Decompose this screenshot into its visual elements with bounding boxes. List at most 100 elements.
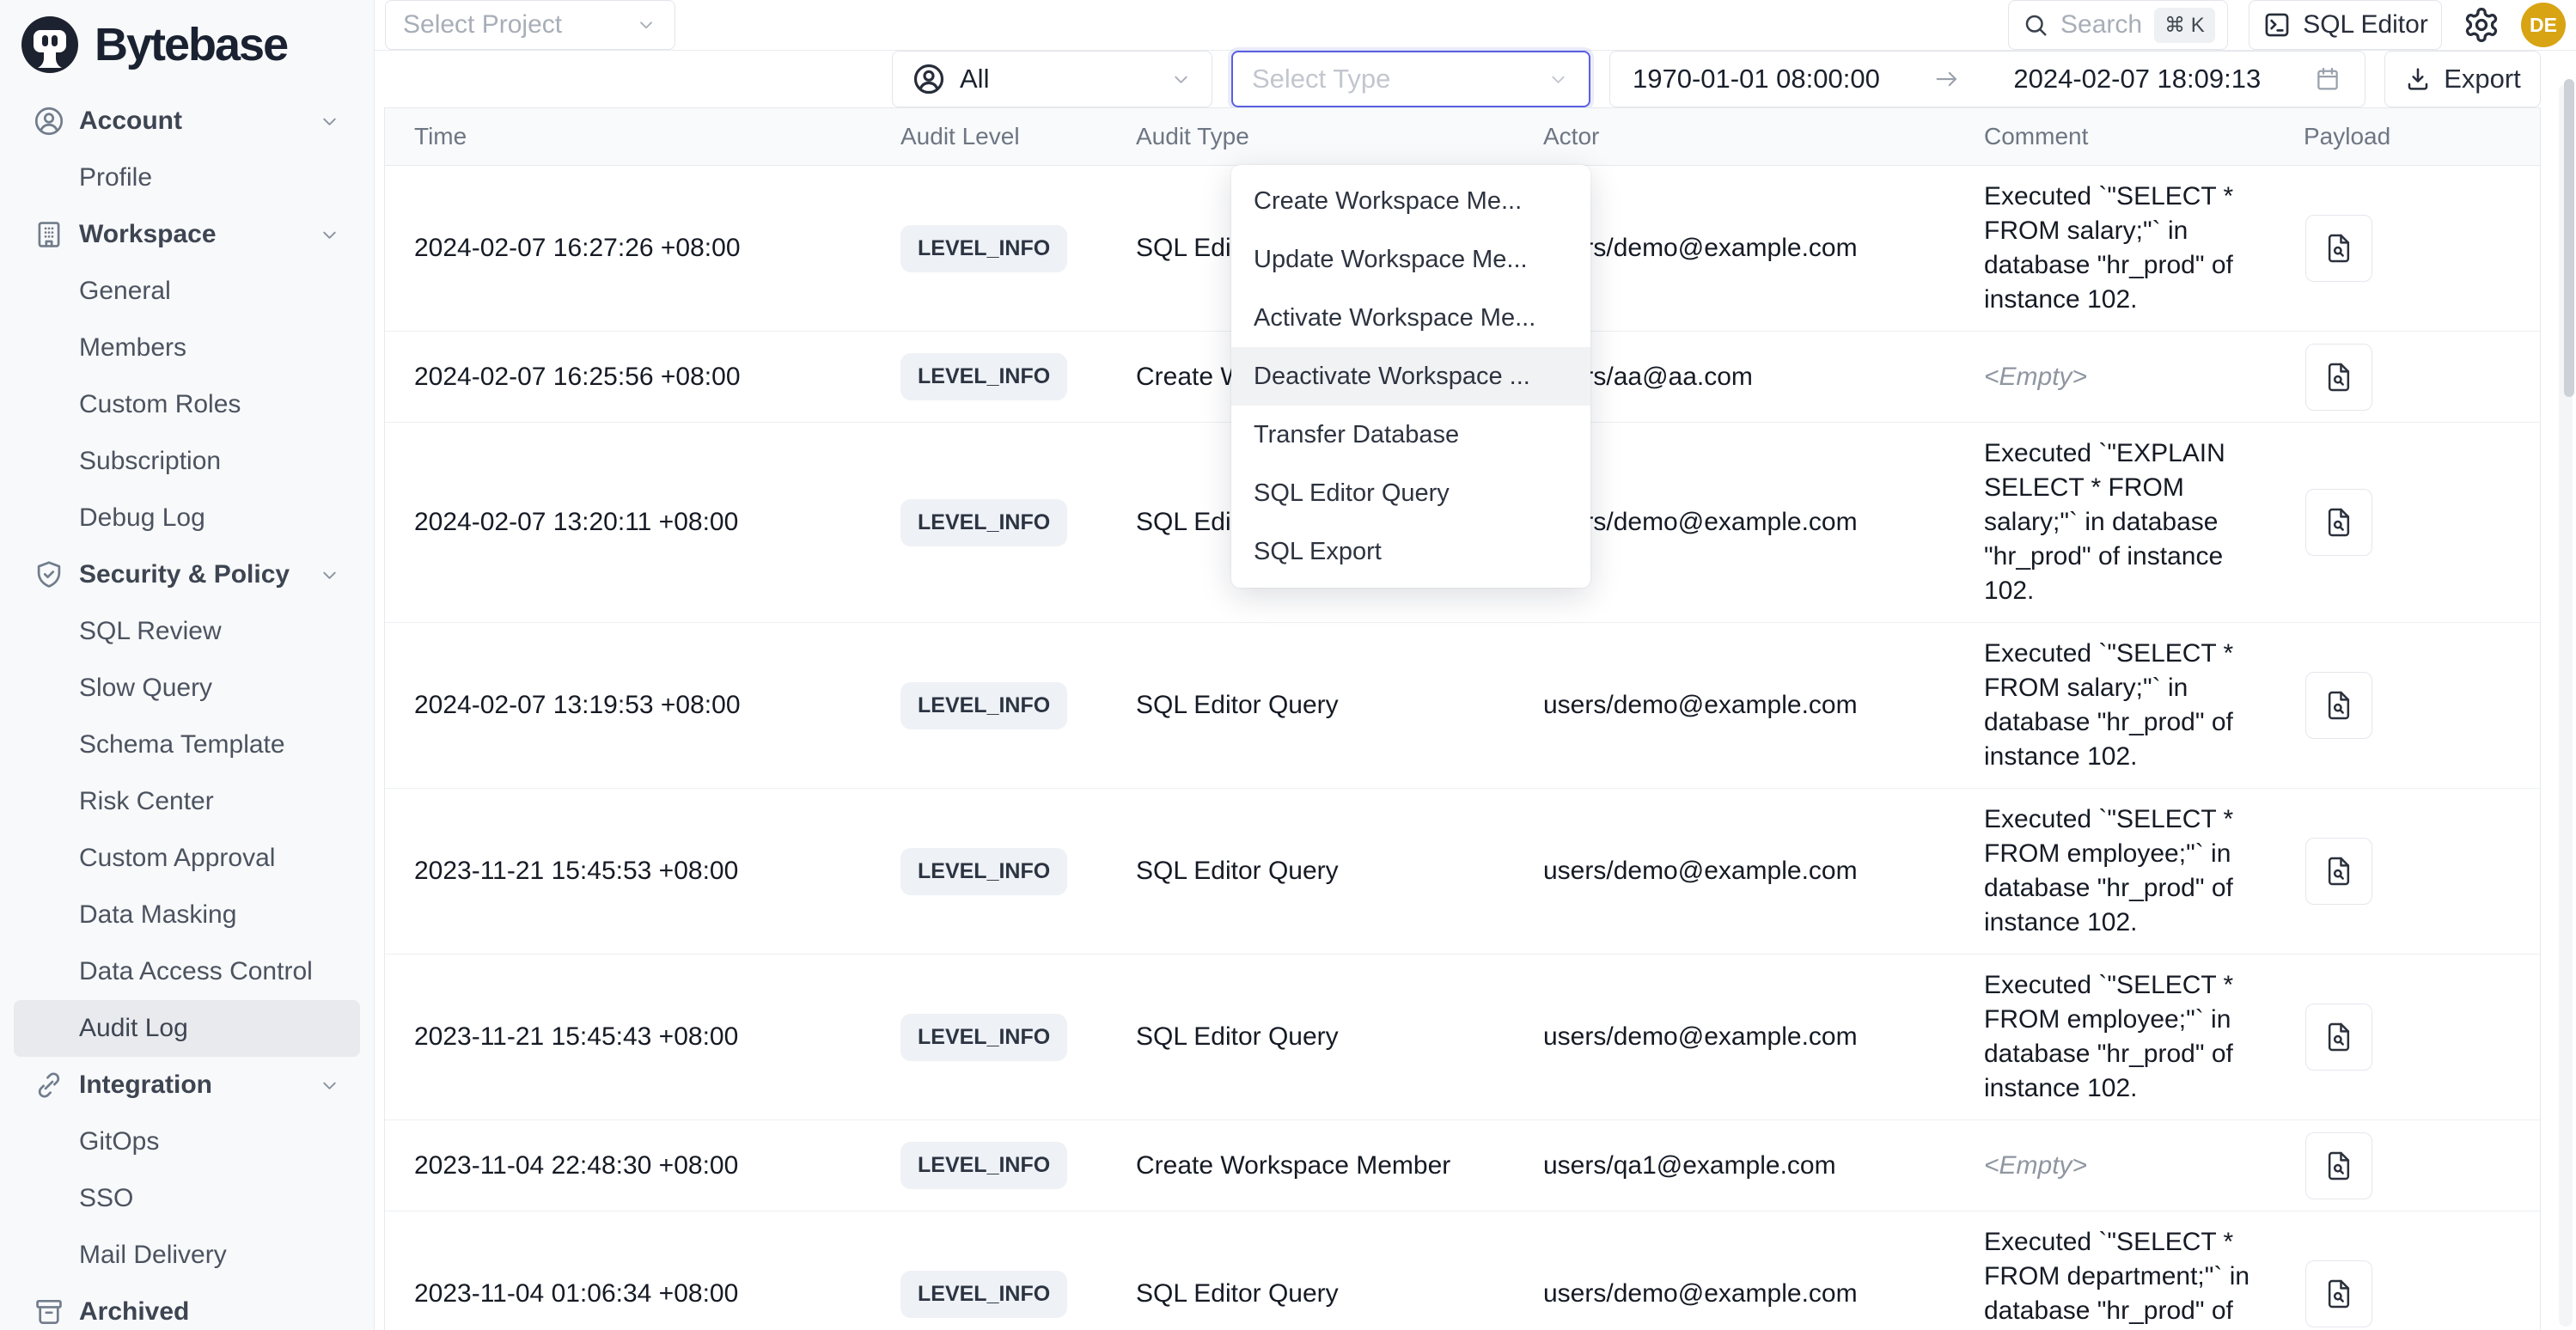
- sidebar-item-data-access-control[interactable]: Data Access Control: [14, 943, 360, 1000]
- payload-view-button[interactable]: [2305, 838, 2372, 905]
- dropdown-option-sql-editor-query[interactable]: SQL Editor Query: [1231, 464, 1590, 522]
- search-shortcut-badge: ⌘ K: [2154, 8, 2215, 43]
- sidebar-item-custom-approval[interactable]: Custom Approval: [14, 830, 360, 887]
- sidebar-item-slow-query[interactable]: Slow Query: [14, 660, 360, 717]
- sidebar-item-profile[interactable]: Profile: [14, 149, 360, 206]
- sidebar-item-mail-delivery[interactable]: Mail Delivery: [14, 1227, 360, 1284]
- chevron-down-icon: [318, 223, 341, 247]
- file-search-icon: [2322, 688, 2356, 723]
- payload-view-button[interactable]: [2305, 672, 2372, 739]
- sidebar-item-debug-log[interactable]: Debug Log: [14, 490, 360, 546]
- payload-view-button[interactable]: [2305, 1004, 2372, 1071]
- sidebar-item-sql-review[interactable]: SQL Review: [14, 603, 360, 660]
- sidebar-item-archived[interactable]: Archived: [14, 1284, 360, 1330]
- chevron-down-icon: [635, 14, 657, 36]
- sidebar-item-data-masking[interactable]: Data Masking: [14, 887, 360, 943]
- scrollbar-thumb[interactable]: [2564, 79, 2574, 397]
- payload-view-button[interactable]: [2305, 215, 2372, 282]
- search-placeholder: Search: [2060, 10, 2142, 40]
- bytebase-logo-icon: [21, 15, 79, 74]
- audit-actor: users/demo@example.com: [1543, 1279, 1984, 1309]
- audit-actor: users/aa@aa.com: [1543, 363, 1984, 392]
- audit-actor: users/qa1@example.com: [1543, 1151, 1984, 1181]
- dropdown-option-update-workspace-member[interactable]: Update Workspace Me...: [1231, 230, 1590, 289]
- export-button[interactable]: Export: [2384, 51, 2541, 107]
- date-from-value: 1970-01-01 08:00:00: [1633, 64, 1880, 95]
- arrow-right-icon: [1932, 64, 1962, 94]
- payload-view-button[interactable]: [2305, 489, 2372, 556]
- table-header-row: Time Audit Level Audit Type Actor Commen…: [385, 108, 2540, 166]
- settings-gear-button[interactable]: [2463, 6, 2500, 44]
- sidebar-item-members[interactable]: Members: [14, 320, 360, 376]
- sidebar-item-subscription[interactable]: Subscription: [14, 433, 360, 490]
- audit-comment: Executed `"SELECT * FROM salary;"` in da…: [1984, 166, 2304, 331]
- payload-view-button[interactable]: [2305, 1132, 2372, 1199]
- column-header-actor: Actor: [1543, 123, 1984, 150]
- dropdown-option-activate-workspace-member[interactable]: Activate Workspace Me...: [1231, 289, 1590, 347]
- audit-type: SQL Editor Query: [1136, 691, 1543, 720]
- audit-type: SQL Editor Query: [1136, 857, 1543, 886]
- file-search-icon: [2322, 1277, 2356, 1311]
- column-header-audit-level: Audit Level: [900, 123, 1136, 150]
- archive-icon: [33, 1296, 65, 1328]
- date-to-value: 2024-02-07 18:09:13: [2013, 64, 2261, 95]
- search-input[interactable]: Search ⌘ K: [2008, 0, 2228, 50]
- level-badge: LEVEL_INFO: [900, 225, 1067, 272]
- audit-comment: Executed `"SELECT * FROM employee;"` in …: [1984, 789, 2304, 954]
- dropdown-option-transfer-database[interactable]: Transfer Database: [1231, 406, 1590, 464]
- sidebar-item-audit-log[interactable]: Audit Log: [14, 1000, 360, 1057]
- sidebar-section-workspace[interactable]: Workspace: [14, 206, 360, 263]
- search-icon: [2023, 12, 2048, 38]
- dropdown-option-create-workspace-member[interactable]: Create Workspace Me...: [1231, 172, 1590, 230]
- audit-type: Create Workspace Member: [1136, 1151, 1543, 1181]
- type-filter-dropdown: Create Workspace Me... Update Workspace …: [1231, 165, 1590, 588]
- audit-level: LEVEL_INFO: [900, 499, 1136, 546]
- audit-comment: <Empty>: [1984, 1135, 2304, 1197]
- sidebar-item-schema-template[interactable]: Schema Template: [14, 717, 360, 773]
- payload-view-button[interactable]: [2305, 344, 2372, 411]
- audit-time: 2024-02-07 13:19:53 +08:00: [385, 691, 900, 720]
- audit-actor: users/demo@example.com: [1543, 857, 1984, 886]
- audit-actor: users/demo@example.com: [1543, 234, 1984, 263]
- sidebar-item-gitops[interactable]: GitOps: [14, 1113, 360, 1170]
- column-header-time: Time: [385, 123, 900, 150]
- date-range-picker[interactable]: 1970-01-01 08:00:00 2024-02-07 18:09:13: [1609, 51, 2365, 107]
- chevron-down-icon: [318, 564, 341, 587]
- audit-comment: Executed `"SELECT * FROM employee;"` in …: [1984, 955, 2304, 1120]
- dropdown-option-deactivate-workspace-member[interactable]: Deactivate Workspace ...: [1231, 347, 1590, 406]
- column-header-audit-type: Audit Type: [1136, 123, 1543, 150]
- level-badge: LEVEL_INFO: [900, 848, 1067, 895]
- brand-logo[interactable]: Bytebase: [0, 0, 374, 89]
- actor-filter-value: All: [960, 64, 1156, 95]
- project-select[interactable]: Select Project: [385, 0, 675, 50]
- type-filter-select[interactable]: Select Type: [1231, 51, 1590, 107]
- level-badge: LEVEL_INFO: [900, 353, 1067, 400]
- sidebar-section-security-policy[interactable]: Security & Policy: [14, 546, 360, 603]
- table-row: 2023-11-04 01:06:34 +08:00 LEVEL_INFO SQ…: [385, 1211, 2540, 1330]
- audit-time: 2024-02-07 16:25:56 +08:00: [385, 363, 900, 392]
- sidebar-item-sso[interactable]: SSO: [14, 1170, 360, 1227]
- avatar[interactable]: DE: [2521, 3, 2566, 47]
- sidebar-item-risk-center[interactable]: Risk Center: [14, 773, 360, 830]
- sidebar-item-custom-roles[interactable]: Custom Roles: [14, 376, 360, 433]
- actor-filter-select[interactable]: All: [892, 51, 1212, 107]
- sidebar-section-account[interactable]: Account: [14, 93, 360, 149]
- audit-level: LEVEL_INFO: [900, 353, 1136, 400]
- sidebar-item-general[interactable]: General: [14, 263, 360, 320]
- sql-editor-button[interactable]: SQL Editor: [2249, 0, 2442, 50]
- column-header-comment: Comment: [1984, 123, 2304, 150]
- table-row: 2023-11-21 15:45:43 +08:00 LEVEL_INFO SQ…: [385, 955, 2540, 1120]
- table-row: 2023-11-21 15:45:53 +08:00 LEVEL_INFO SQ…: [385, 789, 2540, 955]
- dropdown-option-sql-export[interactable]: SQL Export: [1231, 522, 1590, 581]
- payload-view-button[interactable]: [2305, 1260, 2372, 1327]
- file-search-icon: [2322, 854, 2356, 888]
- file-search-icon: [2322, 1149, 2356, 1183]
- user-circle-icon: [912, 62, 946, 96]
- column-header-payload: Payload: [2304, 123, 2540, 150]
- audit-time: 2023-11-21 15:45:43 +08:00: [385, 1022, 900, 1052]
- sidebar-section-integration[interactable]: Integration: [14, 1057, 360, 1113]
- topbar: Select Project Search ⌘ K SQL Editor DE: [375, 0, 2576, 51]
- chevron-down-icon: [1547, 68, 1570, 91]
- file-search-icon: [2322, 505, 2356, 540]
- audit-comment: <Empty>: [1984, 346, 2304, 408]
